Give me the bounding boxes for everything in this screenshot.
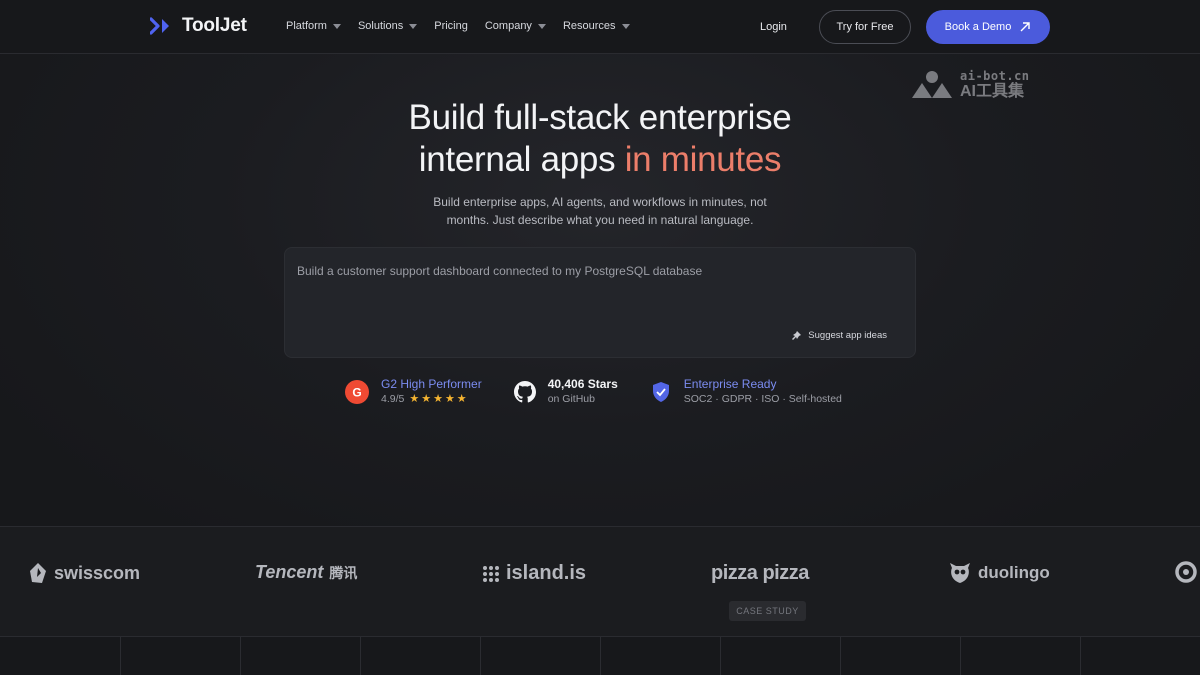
github-stars: 40,406 Stars <box>547 377 618 391</box>
tooljet-logo-icon <box>150 17 169 35</box>
github-sub: on GitHub <box>547 393 595 405</box>
hero-subtitle: Build enterprise apps, AI agents, and wo… <box>420 193 780 229</box>
grid-line <box>840 637 841 675</box>
partial-brand-icon <box>1175 561 1197 583</box>
tencent-text: Tencent <box>255 562 324 582</box>
g2-logo-icon: G <box>345 380 369 404</box>
swisscom-logo-icon <box>30 563 46 583</box>
nav-solutions[interactable]: Solutions <box>357 20 418 32</box>
nav-resources[interactable]: Resources <box>563 20 630 32</box>
tencent-logo[interactable]: Tencent 腾讯 <box>255 562 357 583</box>
suggest-app-ideas-button[interactable]: Suggest app ideas <box>791 330 887 341</box>
enterprise-title: Enterprise Ready <box>683 377 777 391</box>
hero-title-accent: in minutes <box>624 140 782 179</box>
nav-platform[interactable]: Platform <box>286 20 341 32</box>
try-for-free-button[interactable]: Try for Free <box>819 10 911 44</box>
pizza-pizza-logo[interactable]: pizza pizza <box>711 562 809 585</box>
swisscom-text: swisscom <box>54 562 141 583</box>
chevron-down-icon <box>537 23 546 29</box>
hero-subtitle-line1: Build enterprise apps, AI agents, and wo… <box>433 195 767 209</box>
tencent-cn-text: 腾讯 <box>329 564 358 581</box>
duolingo-logo[interactable]: duolingo <box>948 562 1050 584</box>
enterprise-badge[interactable]: Enterprise Ready SOC2 · GDPR · ISO · Sel… <box>650 377 842 407</box>
github-icon <box>513 381 536 403</box>
chevron-down-icon <box>409 23 418 29</box>
trust-badges: G G2 High Performer 4.9/5 ★★★★★ 40,406 S… <box>345 377 842 407</box>
pizza-pizza-text: pizza pizza <box>711 562 809 584</box>
watermark-logo-icon <box>912 71 952 98</box>
hero-title-line2: internal apps <box>418 140 625 179</box>
swisscom-logo[interactable]: swisscom <box>28 562 140 584</box>
nav-pricing-label: Pricing <box>434 20 468 32</box>
enterprise-sub: SOC2 · GDPR · ISO · Self-hosted <box>683 393 842 405</box>
grid-line <box>360 637 361 675</box>
tooljet-logo[interactable]: ToolJet <box>150 15 247 37</box>
hero-title-line1: Build full-stack enterprise <box>408 98 792 137</box>
grid-line <box>720 637 721 675</box>
chevron-down-icon <box>332 23 341 29</box>
github-badge[interactable]: 40,406 Stars on GitHub <box>513 377 618 407</box>
svg-text:G: G <box>352 386 361 400</box>
hero-subtitle-line2: months. Just describe what you need in n… <box>446 213 754 227</box>
logo-text: ToolJet <box>182 15 247 36</box>
g2-title: G2 High Performer <box>381 377 482 391</box>
chevron-down-icon <box>621 23 630 29</box>
customer-logo-strip: swisscom Tencent 腾讯 island.is pizza pizz… <box>0 526 1200 637</box>
book-demo-button[interactable]: Book a Demo <box>926 10 1050 44</box>
nav-solutions-label: Solutions <box>357 20 404 32</box>
top-navbar: ToolJet Platform Solutions Pricing Compa… <box>0 0 1200 54</box>
island-is-text: island.is <box>506 562 587 584</box>
nav-company-label: Company <box>484 20 532 32</box>
island-dots-icon <box>483 565 499 582</box>
arrow-up-right-icon <box>1020 22 1031 32</box>
login-link[interactable]: Login <box>760 21 787 33</box>
nav-platform-label: Platform <box>286 20 327 32</box>
background-grid <box>0 637 1200 675</box>
grid-line <box>960 637 961 675</box>
nav-links: Platform Solutions Pricing Company Resou… <box>286 20 647 32</box>
watermark-url: ai-bot.cn <box>960 69 1030 83</box>
nav-company[interactable]: Company <box>485 20 546 32</box>
grid-line <box>240 637 241 675</box>
suggest-label: Suggest app ideas <box>808 330 887 341</box>
shield-check-icon <box>652 382 669 402</box>
nav-pricing[interactable]: Pricing <box>434 20 468 32</box>
g2-rating: 4.9/5 <box>381 393 405 405</box>
duolingo-text: duolingo <box>978 563 1050 582</box>
pin-icon <box>792 331 802 340</box>
grid-line <box>1080 637 1081 675</box>
island-is-logo[interactable]: island.is <box>482 562 586 585</box>
prompt-placeholder: Build a customer support dashboard conne… <box>297 264 703 278</box>
grid-line <box>600 637 601 675</box>
case-study-badge[interactable]: CASE STUDY <box>729 601 806 621</box>
duolingo-owl-icon <box>950 563 970 583</box>
app-prompt-input[interactable]: Build a customer support dashboard conne… <box>284 247 916 358</box>
star-rating-icons: ★★★★★ <box>409 393 469 405</box>
ai-bot-watermark: ai-bot.cn AI工具集 <box>910 70 1030 100</box>
grid-line <box>120 637 121 675</box>
hero-title: Build full-stack enterprise internal app… <box>0 97 1200 181</box>
grid-line <box>480 637 481 675</box>
book-demo-label: Book a Demo <box>944 21 1012 33</box>
nav-resources-label: Resources <box>562 20 616 32</box>
g2-badge[interactable]: G G2 High Performer 4.9/5 ★★★★★ <box>345 377 482 407</box>
